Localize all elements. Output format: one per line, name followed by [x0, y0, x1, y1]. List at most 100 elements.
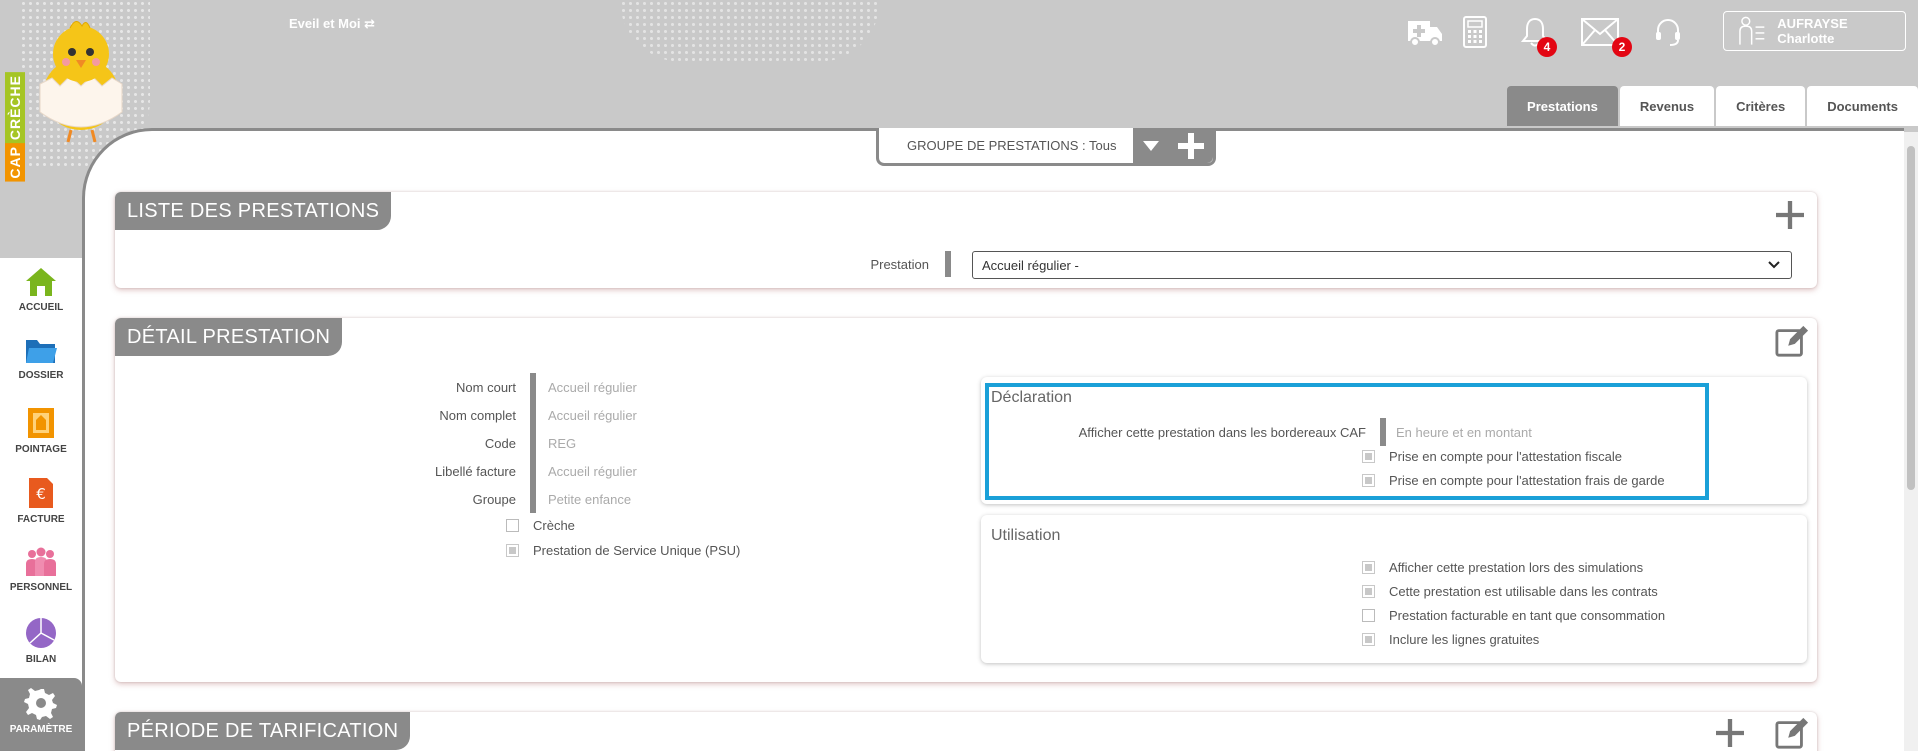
chart-icon — [26, 618, 56, 648]
consommation-row[interactable]: Prestation facturable en tant que consom… — [1362, 608, 1665, 623]
tab-revenus[interactable]: Revenus — [1619, 86, 1715, 126]
nav-item-facture[interactable]: € FACTURE — [0, 468, 82, 538]
edit-icon — [1775, 325, 1809, 357]
nom-complet-label: Nom complet — [439, 407, 516, 423]
gear-icon — [24, 688, 57, 720]
nom-court-value: Accueil régulier — [548, 379, 637, 395]
field-code: Code REG — [330, 429, 577, 457]
tab-documents[interactable]: Documents — [1807, 86, 1918, 126]
group-filter-dropdown-button[interactable] — [1133, 128, 1169, 163]
user-icon — [1739, 16, 1765, 45]
field-nom-complet: Nom complet Accueil régulier — [330, 401, 637, 429]
field-libelle-facture: Libellé facture Accueil régulier — [330, 457, 637, 485]
calculator-button[interactable] — [1455, 12, 1495, 52]
detail-title: DÉTAIL PRESTATION — [115, 318, 343, 356]
psu-checkbox-row[interactable]: Prestation de Service Unique (PSU) — [506, 543, 740, 558]
people-icon — [26, 547, 56, 576]
prestation-label: Prestation — [870, 256, 929, 272]
nav-label-accueil: ACCUEIL — [18, 302, 64, 313]
libelle-facture-label: Libellé facture — [435, 463, 516, 479]
plus-icon — [1716, 719, 1744, 747]
contrats-row[interactable]: Cette prestation est utilisable dans les… — [1362, 584, 1658, 599]
add-group-button[interactable] — [1169, 128, 1213, 163]
support-button[interactable] — [1648, 12, 1688, 52]
add-periode-button[interactable] — [1713, 716, 1747, 750]
prestation-select[interactable]: Accueil régulier - — [972, 251, 1792, 279]
nom-complet-value: Accueil régulier — [548, 407, 637, 423]
app-title-switch[interactable]: Eveil et Moi ⇄ — [289, 16, 375, 32]
add-prestation-button[interactable] — [1773, 198, 1807, 232]
groupe-value: Petite enfance — [548, 491, 632, 507]
brand-creche: CRÈCHE — [5, 72, 25, 144]
consommation-checkbox[interactable] — [1362, 609, 1375, 622]
nav-label-personnel: PERSONNEL — [9, 582, 73, 593]
creche-label: Crèche — [533, 518, 575, 533]
tab-criteres[interactable]: Critères — [1716, 86, 1806, 126]
periode-tarification-card: PÉRIODE DE TARIFICATION — [115, 712, 1817, 751]
field-groupe: Groupe Petite enfance — [330, 485, 632, 513]
declaration-highlight-box — [985, 383, 1709, 500]
folder-icon — [26, 340, 57, 363]
tab-prestations[interactable]: Prestations — [1507, 86, 1618, 126]
user-name: AUFRAYSE Charlotte — [1777, 16, 1848, 46]
edit-detail-button[interactable] — [1775, 324, 1809, 358]
header-dots-decoration — [620, 0, 880, 62]
edit-periode-button[interactable] — [1775, 716, 1809, 750]
group-filter-label: GROUPE DE PRESTATIONS : Tous — [907, 138, 1117, 153]
nav-label-dossier: DOSSIER — [18, 370, 64, 381]
creche-checkbox[interactable] — [506, 519, 519, 532]
nav-item-accueil[interactable]: ACCUEIL — [0, 258, 82, 328]
brand-cap: CAP — [5, 143, 25, 182]
nav-item-parametre[interactable]: PARAMÈTRE — [0, 678, 82, 751]
plus-icon — [1776, 201, 1804, 229]
home-icon — [26, 268, 56, 296]
nav-item-dossier[interactable]: DOSSIER — [0, 328, 82, 398]
nav-label-parametre: PARAMÈTRE — [9, 724, 73, 735]
periode-title: PÉRIODE DE TARIFICATION — [115, 712, 411, 750]
notifications-badge: 4 — [1537, 37, 1557, 57]
simulations-checkbox[interactable] — [1362, 561, 1375, 574]
groupe-label: Groupe — [472, 491, 516, 507]
ambulance-icon — [1408, 21, 1442, 47]
plus-icon — [1178, 132, 1204, 159]
chick-logo-icon — [39, 21, 123, 143]
code-value: REG — [548, 435, 577, 451]
ambulance-button[interactable] — [1405, 12, 1445, 52]
edit-icon — [1775, 717, 1809, 749]
nav-item-bilan[interactable]: BILAN — [0, 608, 82, 678]
messages-badge: 2 — [1612, 37, 1632, 57]
headset-icon — [1656, 19, 1680, 46]
calculator-icon — [1463, 16, 1487, 48]
app-title: Eveil et Moi — [289, 16, 361, 31]
consommation-label: Prestation facturable en tant que consom… — [1389, 608, 1666, 623]
nom-court-label: Nom court — [456, 379, 516, 395]
field-bar — [945, 251, 951, 277]
contrats-checkbox[interactable] — [1362, 585, 1375, 598]
page-scrollbar[interactable] — [1904, 132, 1918, 751]
nav-label-facture: FACTURE — [17, 514, 65, 525]
lignes-gratuites-label: Inclure les lignes gratuites — [1389, 632, 1540, 647]
group-filter: GROUPE DE PRESTATIONS : Tous — [876, 128, 1216, 166]
prestation-select-value: Accueil régulier - — [982, 257, 1079, 273]
user-menu-button[interactable]: AUFRAYSE Charlotte — [1723, 11, 1906, 51]
lignes-gratuites-row[interactable]: Inclure les lignes gratuites — [1362, 632, 1539, 647]
creche-checkbox-row[interactable]: Crèche — [506, 518, 575, 533]
simulations-row[interactable]: Afficher cette prestation lors des simul… — [1362, 560, 1643, 575]
simulations-label: Afficher cette prestation lors des simul… — [1389, 560, 1644, 575]
chevron-down-icon — [1768, 261, 1780, 269]
psu-label: Prestation de Service Unique (PSU) — [533, 543, 741, 558]
nav-label-bilan: BILAN — [25, 654, 57, 665]
section-tabs: Prestations Revenus Critères Documents — [1507, 86, 1918, 126]
caret-down-icon — [1143, 140, 1159, 151]
nav-label-pointage: POINTAGE — [15, 444, 67, 455]
lignes-gratuites-checkbox[interactable] — [1362, 633, 1375, 646]
switch-arrows-icon: ⇄ — [364, 16, 376, 31]
psu-checkbox[interactable] — [506, 544, 519, 557]
code-label: Code — [484, 435, 516, 451]
nav-item-pointage[interactable]: POINTAGE — [0, 398, 82, 468]
prestation-field-row: Prestation — [830, 250, 951, 278]
brand-logo-text: CAP CRÈCHE — [4, 0, 26, 182]
scrollbar-thumb[interactable] — [1907, 146, 1915, 490]
nav-item-personnel[interactable]: PERSONNEL — [0, 538, 82, 608]
contrats-label: Cette prestation est utilisable dans les… — [1389, 584, 1658, 599]
